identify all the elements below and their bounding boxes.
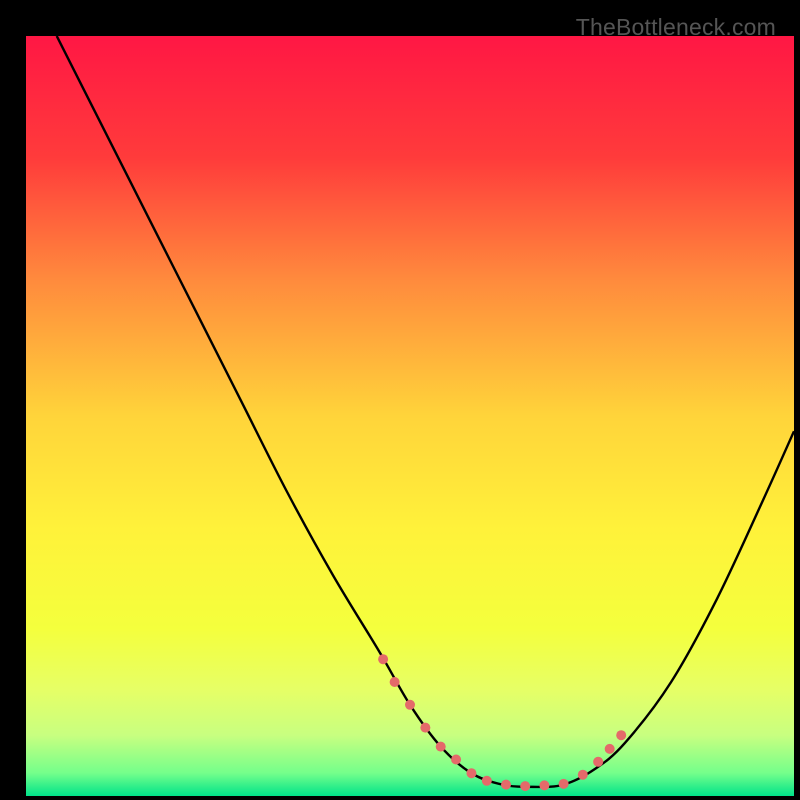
chart-background (26, 36, 794, 796)
chart-svg (26, 36, 794, 796)
marker-dot (466, 768, 476, 778)
marker-dot (436, 742, 446, 752)
marker-dot (578, 770, 588, 780)
marker-dot (378, 654, 388, 664)
chart-plot (26, 36, 794, 796)
marker-dot (539, 780, 549, 790)
marker-dot (520, 781, 530, 791)
marker-dot (559, 779, 569, 789)
marker-dot (420, 723, 430, 733)
marker-dot (390, 677, 400, 687)
marker-dot (482, 776, 492, 786)
marker-dot (593, 757, 603, 767)
chart-frame: TheBottleneck.com (10, 10, 790, 790)
marker-dot (501, 780, 511, 790)
marker-dot (605, 744, 615, 754)
marker-dot (405, 700, 415, 710)
marker-dot (451, 755, 461, 765)
chart-container: TheBottleneck.com (0, 0, 800, 800)
marker-dot (616, 730, 626, 740)
